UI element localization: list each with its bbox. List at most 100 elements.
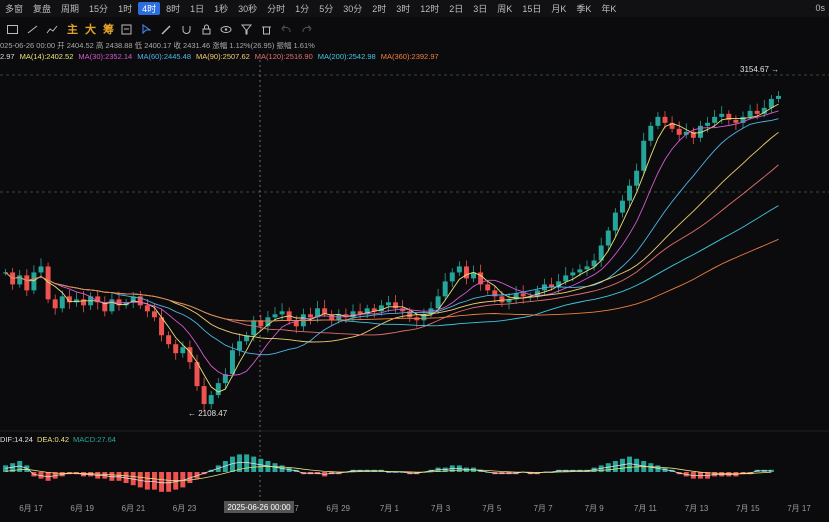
candle-body	[279, 311, 285, 315]
timeframe-7[interactable]: 1日	[185, 2, 209, 15]
timeframe-8[interactable]: 1秒	[209, 2, 233, 15]
cursor-icon[interactable]	[138, 21, 154, 37]
macd-bar	[705, 472, 711, 479]
candle-body	[584, 266, 590, 270]
timeframe-15[interactable]: 3时	[391, 2, 415, 15]
timeframe-11[interactable]: 1分	[290, 2, 314, 15]
chip-button[interactable]: 筹	[103, 21, 114, 37]
macd-bar	[634, 458, 640, 472]
macd-bar	[414, 472, 420, 475]
x-tick-label: 6月 19	[70, 504, 94, 513]
candle-body	[414, 317, 420, 321]
pen-icon[interactable]	[158, 21, 174, 37]
timeframe-21[interactable]: 月K	[546, 2, 571, 15]
x-tick-label: 7月 3	[431, 504, 451, 513]
macd-bar	[215, 465, 221, 472]
eye-icon[interactable]	[218, 21, 234, 37]
candle-body	[747, 110, 753, 117]
x-tick-label: 6月 21	[122, 504, 146, 513]
timeframe-19[interactable]: 周K	[492, 2, 517, 15]
macd-bar	[38, 472, 44, 479]
filter-icon[interactable]	[238, 21, 254, 37]
x-tick-label: 6月 27	[275, 504, 299, 513]
macd-bar	[648, 463, 654, 472]
ma-line	[5, 110, 779, 377]
macd-bar	[31, 472, 37, 477]
timeframe-2[interactable]: 周期	[56, 2, 84, 15]
candle-body	[449, 272, 455, 282]
ruler-icon[interactable]	[24, 21, 40, 37]
macd-bar	[194, 472, 200, 479]
macd-bar	[534, 472, 540, 475]
timeframe-16[interactable]: 12时	[415, 2, 444, 15]
timeframe-20[interactable]: 15日	[517, 2, 546, 15]
drawing-toolbar: 主 大 筹	[0, 18, 829, 40]
dif-line	[5, 462, 772, 484]
macd-bar	[584, 469, 590, 472]
macd-bar	[740, 472, 746, 475]
macd-bar	[258, 458, 264, 472]
macd-bar	[322, 472, 328, 477]
candle-body	[421, 314, 427, 321]
macd-bar	[449, 465, 455, 472]
timeframe-6[interactable]: 8时	[161, 2, 185, 15]
timeframe-5[interactable]: 4时	[138, 2, 161, 15]
trash-icon[interactable]	[258, 21, 274, 37]
candle-body	[534, 290, 540, 297]
lock-icon[interactable]	[198, 21, 214, 37]
timeframe-3[interactable]: 15分	[84, 2, 113, 15]
timeframe-12[interactable]: 5分	[314, 2, 338, 15]
timeframe-22[interactable]: 季K	[571, 2, 596, 15]
timeframe-13[interactable]: 30分	[338, 2, 367, 15]
big-order-button[interactable]: 大	[85, 21, 96, 37]
candle-body	[577, 269, 583, 273]
template-icon[interactable]	[118, 21, 134, 37]
timeframe-17[interactable]: 2日	[444, 2, 468, 15]
ohlc-info: 025-06-26 00:00 开 2404.52 高 2438.88 低 24…	[0, 41, 315, 50]
candle-body	[38, 266, 44, 273]
timeframe-18[interactable]: 3日	[468, 2, 492, 15]
timeframe-14[interactable]: 2时	[367, 2, 391, 15]
magnet-icon[interactable]	[178, 21, 194, 37]
rect-icon[interactable]	[4, 21, 20, 37]
macd-bar	[144, 472, 150, 490]
macd-bar	[364, 469, 370, 472]
macd-bar	[357, 469, 363, 472]
ma_line-item: MA(360):2392.97	[380, 52, 439, 61]
macd-bar	[627, 456, 633, 472]
candle-body	[194, 362, 200, 387]
macd-bar	[513, 472, 519, 475]
main-indicator-button[interactable]: 主	[67, 21, 78, 37]
candle-body	[151, 311, 157, 318]
macd-bar	[109, 472, 115, 481]
timeframe-0[interactable]: 多窗	[0, 2, 28, 15]
macd-bar	[229, 456, 235, 472]
candle-body	[102, 302, 108, 312]
timeframe-9[interactable]: 30秒	[233, 2, 262, 15]
dea-line	[5, 466, 772, 481]
candle-body	[627, 185, 633, 201]
candle-body	[293, 320, 299, 327]
redo-icon[interactable]	[298, 21, 314, 37]
candle-body	[286, 311, 292, 321]
macd-bar	[591, 467, 597, 472]
price-chart[interactable]: 3154.67 → ← 2108.47 6月 17 6月 19 6月 21 6月 23 6月…	[0, 0, 829, 522]
timeframe-10[interactable]: 分时	[262, 2, 290, 15]
undo-icon[interactable]	[278, 21, 294, 37]
x-tick-label: 7月 13	[685, 504, 709, 513]
timeframe-1[interactable]: 复盘	[28, 2, 56, 15]
candle-body	[272, 314, 278, 318]
macd-bar	[286, 467, 292, 472]
macd-bar	[208, 469, 214, 472]
macd-bar	[400, 472, 406, 473]
candle-body	[463, 266, 469, 279]
candle-body	[31, 272, 37, 291]
timeframe-23[interactable]: 年K	[596, 2, 621, 15]
macd-bar	[151, 472, 157, 490]
candle-body	[357, 311, 363, 315]
timeframe-4[interactable]: 1时	[113, 2, 137, 15]
candle-body	[322, 308, 328, 315]
indicator-icon[interactable]	[44, 21, 60, 37]
candle-body	[719, 113, 725, 117]
macd-bar	[520, 472, 526, 473]
